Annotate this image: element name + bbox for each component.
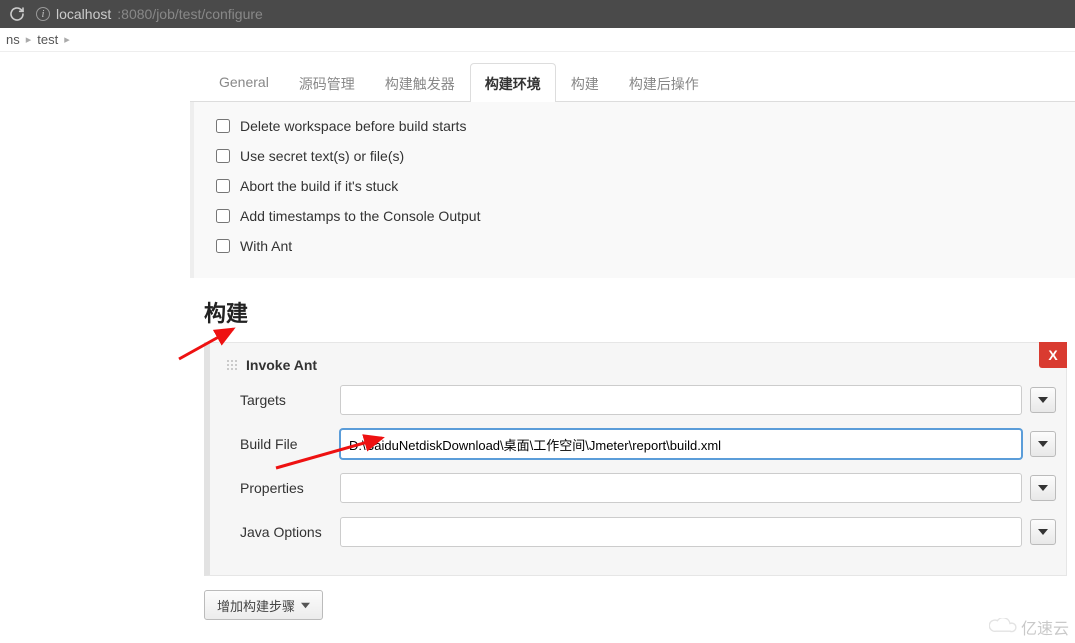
invoke-ant-block: X Invoke Ant Targets Build File Properti…	[204, 342, 1067, 576]
check-secret-text[interactable]: Use secret text(s) or file(s)	[216, 148, 1065, 164]
tab-post-build[interactable]: 构建后操作	[614, 63, 714, 102]
watermark: 亿速云	[989, 615, 1069, 639]
url-host: localhost	[56, 6, 111, 22]
checkbox[interactable]	[216, 149, 230, 163]
tab-build[interactable]: 构建	[556, 63, 614, 102]
help-toggle[interactable]	[1030, 387, 1056, 413]
java-opts-label: Java Options	[240, 524, 340, 540]
checkbox[interactable]	[216, 239, 230, 253]
build-file-input[interactable]	[340, 429, 1022, 459]
tab-scm[interactable]: 源码管理	[284, 63, 370, 102]
left-sidebar	[0, 52, 190, 620]
build-environment-section: Delete workspace before build starts Use…	[190, 102, 1075, 278]
breadcrumb-item[interactable]: test	[31, 32, 64, 47]
chevron-right-icon: ▸	[64, 33, 70, 46]
url-path: :8080/job/test/configure	[117, 6, 263, 22]
tab-general[interactable]: General	[204, 63, 284, 102]
main-content: General 源码管理 构建触发器 构建环境 构建 构建后操作 Delete …	[190, 52, 1075, 620]
checkbox[interactable]	[216, 119, 230, 133]
targets-input[interactable]	[340, 385, 1022, 415]
block-title: Invoke Ant	[246, 357, 317, 373]
delete-step-button[interactable]: X	[1039, 342, 1067, 368]
properties-label: Properties	[240, 480, 340, 496]
build-heading: 构建	[190, 278, 1075, 342]
add-build-step-button[interactable]: 增加构建步骤	[204, 590, 323, 620]
site-info-icon[interactable]: i	[36, 7, 50, 21]
checkbox[interactable]	[216, 179, 230, 193]
build-file-label: Build File	[240, 436, 340, 452]
breadcrumb: ns ▸ test ▸	[0, 28, 1075, 52]
config-tabs: General 源码管理 构建触发器 构建环境 构建 构建后操作	[190, 62, 1075, 102]
help-toggle[interactable]	[1030, 519, 1056, 545]
java-opts-input[interactable]	[340, 517, 1022, 547]
checkbox[interactable]	[216, 209, 230, 223]
check-delete-workspace[interactable]: Delete workspace before build starts	[216, 118, 1065, 134]
browser-address-bar: i localhost :8080/job/test/configure	[0, 0, 1075, 28]
check-with-ant[interactable]: With Ant	[216, 238, 1065, 254]
chevron-down-icon	[301, 601, 310, 610]
drag-handle-icon[interactable]	[226, 359, 238, 371]
url-display[interactable]: i localhost :8080/job/test/configure	[36, 6, 263, 22]
tab-triggers[interactable]: 构建触发器	[370, 63, 470, 102]
help-toggle[interactable]	[1030, 431, 1056, 457]
properties-input[interactable]	[340, 473, 1022, 503]
help-toggle[interactable]	[1030, 475, 1056, 501]
breadcrumb-item[interactable]: ns	[0, 32, 26, 47]
tab-build-env[interactable]: 构建环境	[470, 63, 556, 102]
check-timestamps[interactable]: Add timestamps to the Console Output	[216, 208, 1065, 224]
reload-icon[interactable]	[8, 5, 26, 23]
check-abort-stuck[interactable]: Abort the build if it's stuck	[216, 178, 1065, 194]
targets-label: Targets	[240, 392, 340, 408]
